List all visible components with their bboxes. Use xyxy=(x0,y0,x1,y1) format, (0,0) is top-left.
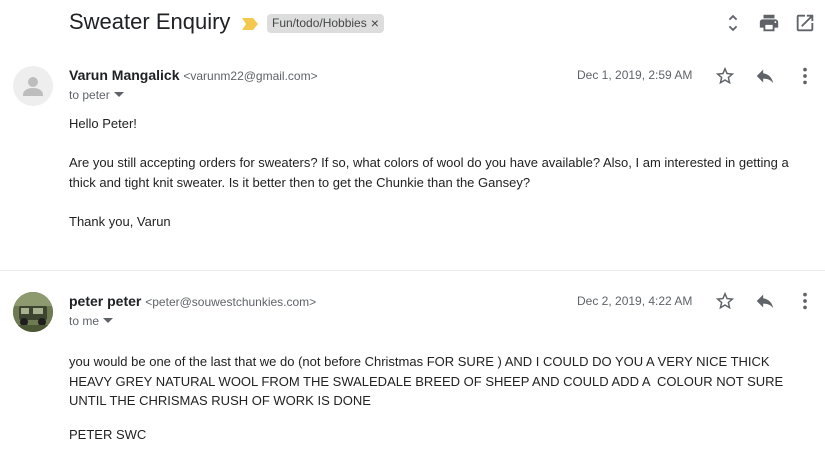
body-paragraph: you would be one of the last that we do … xyxy=(69,354,787,408)
default-person-icon xyxy=(23,77,43,96)
signature: PETER SWC xyxy=(69,426,147,442)
print-icon[interactable] xyxy=(758,12,780,34)
sender-email: <peter@souwestchunkies.com> xyxy=(145,295,317,309)
chevron-down-icon xyxy=(103,318,114,323)
remove-label-icon[interactable]: × xyxy=(371,14,379,33)
message-date: Dec 1, 2019, 2:59 AM xyxy=(577,68,693,82)
label-chip: Fun/todo/Hobbies × xyxy=(267,14,384,33)
recipient-label: to peter xyxy=(69,88,110,102)
message-divider xyxy=(0,270,825,271)
message-body: you would be one of the last that we do … xyxy=(69,352,804,444)
sender-name[interactable]: Varun Mangalick xyxy=(69,67,179,83)
importance-marker-icon[interactable] xyxy=(242,17,258,30)
body-paragraph: Hello Peter! xyxy=(69,116,137,131)
star-icon[interactable] xyxy=(714,65,736,87)
profile-photo-icon xyxy=(13,292,53,332)
sender: Varun Mangalick <varunm22@gmail.com> xyxy=(69,67,318,83)
star-icon[interactable] xyxy=(714,290,736,312)
reply-icon[interactable] xyxy=(754,65,776,87)
more-options-icon[interactable] xyxy=(794,290,816,312)
sender: peter peter <peter@souwestchunkies.com> xyxy=(69,293,316,309)
recipient-label: to me xyxy=(69,314,100,328)
email-subject: Sweater Enquiry xyxy=(69,9,231,34)
more-options-icon[interactable] xyxy=(794,65,816,87)
sender-email: <varunm22@gmail.com> xyxy=(183,69,318,83)
chevron-down-icon xyxy=(113,92,124,97)
label-text: Fun/todo/Hobbies xyxy=(272,16,367,30)
message-date: Dec 2, 2019, 4:22 AM xyxy=(577,294,693,308)
open-in-new-window-icon[interactable] xyxy=(794,12,816,34)
expand-all-icon[interactable] xyxy=(722,12,744,34)
body-paragraph: Thank you, Varun xyxy=(69,213,171,229)
avatar[interactable] xyxy=(13,292,53,332)
avatar[interactable] xyxy=(13,66,53,106)
reply-icon[interactable] xyxy=(754,290,776,312)
recipient-details[interactable]: to me xyxy=(69,314,114,328)
message-body: Hello Peter! Are you still accepting ord… xyxy=(69,114,804,231)
body-paragraph: Are you still accepting orders for sweat… xyxy=(69,155,789,190)
recipient-details[interactable]: to peter xyxy=(69,88,124,102)
sender-name[interactable]: peter peter xyxy=(69,293,141,309)
